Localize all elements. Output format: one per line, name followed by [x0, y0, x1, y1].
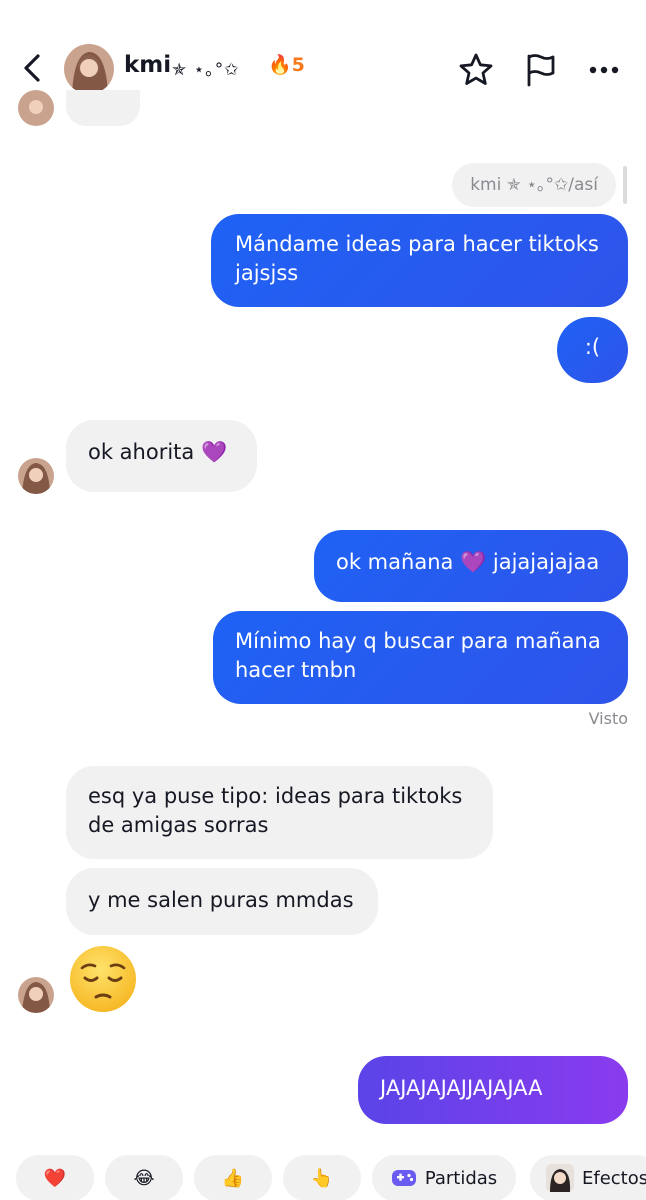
streak-badge[interactable]: 🔥5	[268, 53, 305, 76]
fire-icon: 🔥	[268, 54, 292, 76]
quick-reply-bar: ❤️ 😂 👍 👆 Partidas Efectos	[0, 1150, 646, 1200]
back-button[interactable]	[14, 48, 50, 88]
gamepad-icon	[391, 1170, 416, 1186]
effects-label: Efectos	[582, 1167, 646, 1189]
heart-emoji: ❤️	[43, 1167, 67, 1189]
contact-avatar-small[interactable]	[18, 458, 54, 494]
quick-reply-thumbs-up[interactable]: 👍	[194, 1155, 272, 1200]
message-bubble-sent[interactable]: Mínimo hay q buscar para mañana hacer tm…	[213, 611, 628, 704]
pointing-up-emoji: 👆	[310, 1167, 334, 1189]
report-button[interactable]	[520, 50, 560, 90]
more-options-button[interactable]	[584, 50, 624, 90]
contact-avatar[interactable]	[64, 44, 114, 94]
message-bubble-sent[interactable]: Mándame ideas para hacer tiktoks jajsjss	[211, 214, 628, 307]
reply-indicator-bar	[623, 166, 627, 204]
games-button[interactable]: Partidas	[372, 1155, 516, 1200]
laughing-emoji: 😂	[133, 1167, 155, 1189]
contact-name[interactable]: kmi	[124, 52, 171, 78]
thumbs-up-emoji: 👍	[221, 1167, 245, 1189]
flag-icon	[527, 54, 555, 87]
effects-avatar	[546, 1164, 574, 1192]
message-bubble-sent[interactable]: JAJAJAJAJJAJAJAA	[358, 1056, 628, 1124]
message-bubble-received[interactable]: ok ahorita 💜	[66, 420, 257, 492]
seen-status: Visto	[588, 709, 628, 728]
chevron-left-icon	[24, 54, 40, 82]
quick-reply-pointing-up[interactable]: 👆	[283, 1155, 361, 1200]
previous-message-bubble	[66, 90, 140, 126]
message-bubble-sent[interactable]: :(	[557, 317, 628, 383]
reply-reference[interactable]: kmi ✯ ⋆｡°✩/así	[452, 163, 616, 207]
contact-avatar-small[interactable]	[18, 90, 54, 126]
star-icon	[459, 53, 493, 85]
quick-reply-laughing[interactable]: 😂	[105, 1155, 183, 1200]
games-label: Partidas	[424, 1167, 498, 1189]
streak-count: 5	[291, 54, 305, 76]
message-bubble-received[interactable]: esq ya puse tipo: ideas para tiktoks de …	[66, 766, 493, 859]
contact-name-decoration: ✯ ⋆｡°✩	[172, 60, 240, 80]
message-emoji-received[interactable]	[66, 942, 140, 1016]
message-bubble-received[interactable]: y me salen puras mmdas	[66, 868, 378, 935]
favorite-button[interactable]	[456, 50, 496, 90]
quick-reply-heart[interactable]: ❤️	[16, 1155, 94, 1200]
contact-avatar-small[interactable]	[18, 977, 54, 1013]
message-bubble-sent[interactable]: ok mañana 💜 jajajajajaa	[314, 530, 628, 602]
pensive-face-emoji	[70, 946, 136, 1012]
more-icon	[589, 66, 619, 74]
effects-button[interactable]: Efectos	[530, 1155, 646, 1200]
